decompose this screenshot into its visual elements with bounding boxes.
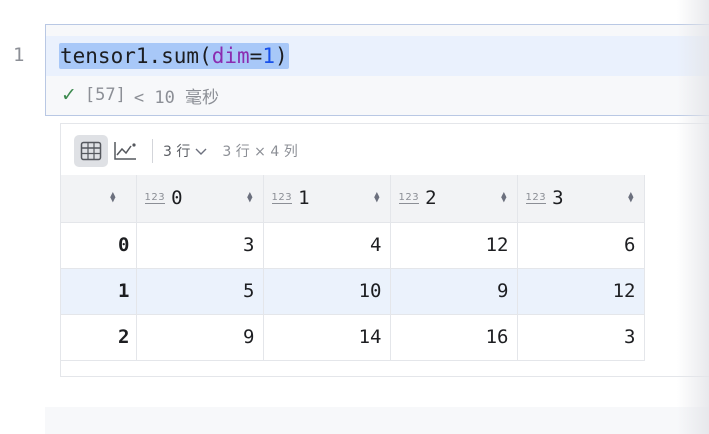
column-header-label: 2 bbox=[425, 187, 437, 210]
table-icon bbox=[80, 141, 102, 161]
execution-duration: < 10 毫秒 bbox=[133, 87, 220, 108]
index-header[interactable]: ▲ ▼ bbox=[61, 175, 137, 223]
check-icon: ✓ bbox=[61, 84, 77, 106]
rows-select-label: 3 行 bbox=[163, 144, 191, 160]
code-suffix: ) bbox=[274, 44, 288, 68]
sort-icon[interactable]: ▲ ▼ bbox=[247, 191, 252, 205]
table-cell[interactable]: 12 bbox=[517, 268, 645, 315]
table-cell[interactable]: 3 bbox=[517, 314, 645, 361]
line-number: 1 bbox=[13, 44, 25, 66]
column-header[interactable]: 123 2 ▲ ▼ bbox=[390, 175, 518, 223]
row-index: 1 bbox=[61, 268, 137, 315]
numeric-type-icon: 123 bbox=[144, 192, 166, 205]
table-cell[interactable]: 9 bbox=[390, 268, 518, 315]
column-header-label: 3 bbox=[552, 187, 564, 210]
output-panel: 3 行 3 行 × 4 列 ▲ ▼ 123 0 ▲ ▼ 123 1 ▲ ▼ 12… bbox=[60, 123, 709, 377]
column-header[interactable]: 123 1 ▲ ▼ bbox=[263, 175, 391, 223]
numeric-type-icon: 123 bbox=[525, 192, 547, 205]
chart-icon bbox=[114, 142, 136, 160]
execution-status: ✓ [57] < 10 毫秒 bbox=[61, 84, 220, 108]
code-text[interactable]: tensor1.sum(dim=1) bbox=[59, 43, 289, 69]
row-index: 0 bbox=[61, 222, 137, 269]
table-cell[interactable]: 4 bbox=[263, 222, 391, 269]
current-line-highlight: tensor1.sum(dim=1) bbox=[46, 36, 709, 76]
toolbar-divider bbox=[152, 139, 153, 163]
code-param: dim bbox=[211, 44, 250, 68]
table-row[interactable]: 2 9 14 16 3 bbox=[61, 314, 645, 361]
sort-icon[interactable]: ▲ ▼ bbox=[110, 191, 115, 205]
sort-icon[interactable]: ▲ ▼ bbox=[628, 191, 633, 205]
table-view-button[interactable] bbox=[74, 135, 108, 167]
table-cell[interactable]: 9 bbox=[136, 314, 264, 361]
row-index: 2 bbox=[61, 314, 137, 361]
numeric-type-icon: 123 bbox=[271, 192, 293, 205]
data-table: ▲ ▼ 123 0 ▲ ▼ 123 1 ▲ ▼ 123 2 ▲ ▼ 123 3 … bbox=[61, 175, 645, 361]
column-header-label: 1 bbox=[298, 187, 310, 210]
code-equals: = bbox=[249, 44, 263, 68]
table-row[interactable]: 0 3 4 12 6 bbox=[61, 222, 645, 269]
table-cell[interactable]: 6 bbox=[517, 222, 645, 269]
table-cell[interactable]: 12 bbox=[390, 222, 518, 269]
column-header-label: 0 bbox=[171, 187, 183, 210]
scroll-edge-shadow bbox=[677, 0, 709, 434]
column-header[interactable]: 123 0 ▲ ▼ bbox=[136, 175, 264, 223]
sort-icon[interactable]: ▲ ▼ bbox=[374, 191, 379, 205]
output-toolbar: 3 行 3 行 × 4 列 bbox=[74, 134, 298, 168]
chevron-down-icon bbox=[195, 148, 207, 155]
table-row[interactable]: 1 5 10 9 12 bbox=[61, 268, 645, 315]
table-cell[interactable]: 3 bbox=[136, 222, 264, 269]
code-cell[interactable]: tensor1.sum(dim=1) ✓ [57] < 10 毫秒 bbox=[45, 24, 709, 116]
rows-select[interactable]: 3 行 bbox=[163, 141, 208, 161]
table-dimensions: 3 行 × 4 列 bbox=[222, 144, 298, 160]
next-code-cell[interactable] bbox=[45, 407, 709, 434]
table-cell[interactable]: 5 bbox=[136, 268, 264, 315]
sort-icon[interactable]: ▲ ▼ bbox=[501, 191, 506, 205]
table-cell[interactable]: 10 bbox=[263, 268, 391, 315]
column-header[interactable]: 123 3 ▲ ▼ bbox=[517, 175, 645, 223]
numeric-type-icon: 123 bbox=[398, 192, 420, 205]
table-header-row: ▲ ▼ 123 0 ▲ ▼ 123 1 ▲ ▼ 123 2 ▲ ▼ 123 3 … bbox=[61, 175, 645, 223]
table-cell[interactable]: 14 bbox=[263, 314, 391, 361]
chart-view-button[interactable] bbox=[108, 135, 142, 167]
table-cell[interactable]: 16 bbox=[390, 314, 518, 361]
code-prefix: tensor1.sum( bbox=[60, 44, 212, 68]
execution-count: [57] bbox=[84, 85, 126, 105]
code-value: 1 bbox=[262, 44, 275, 68]
